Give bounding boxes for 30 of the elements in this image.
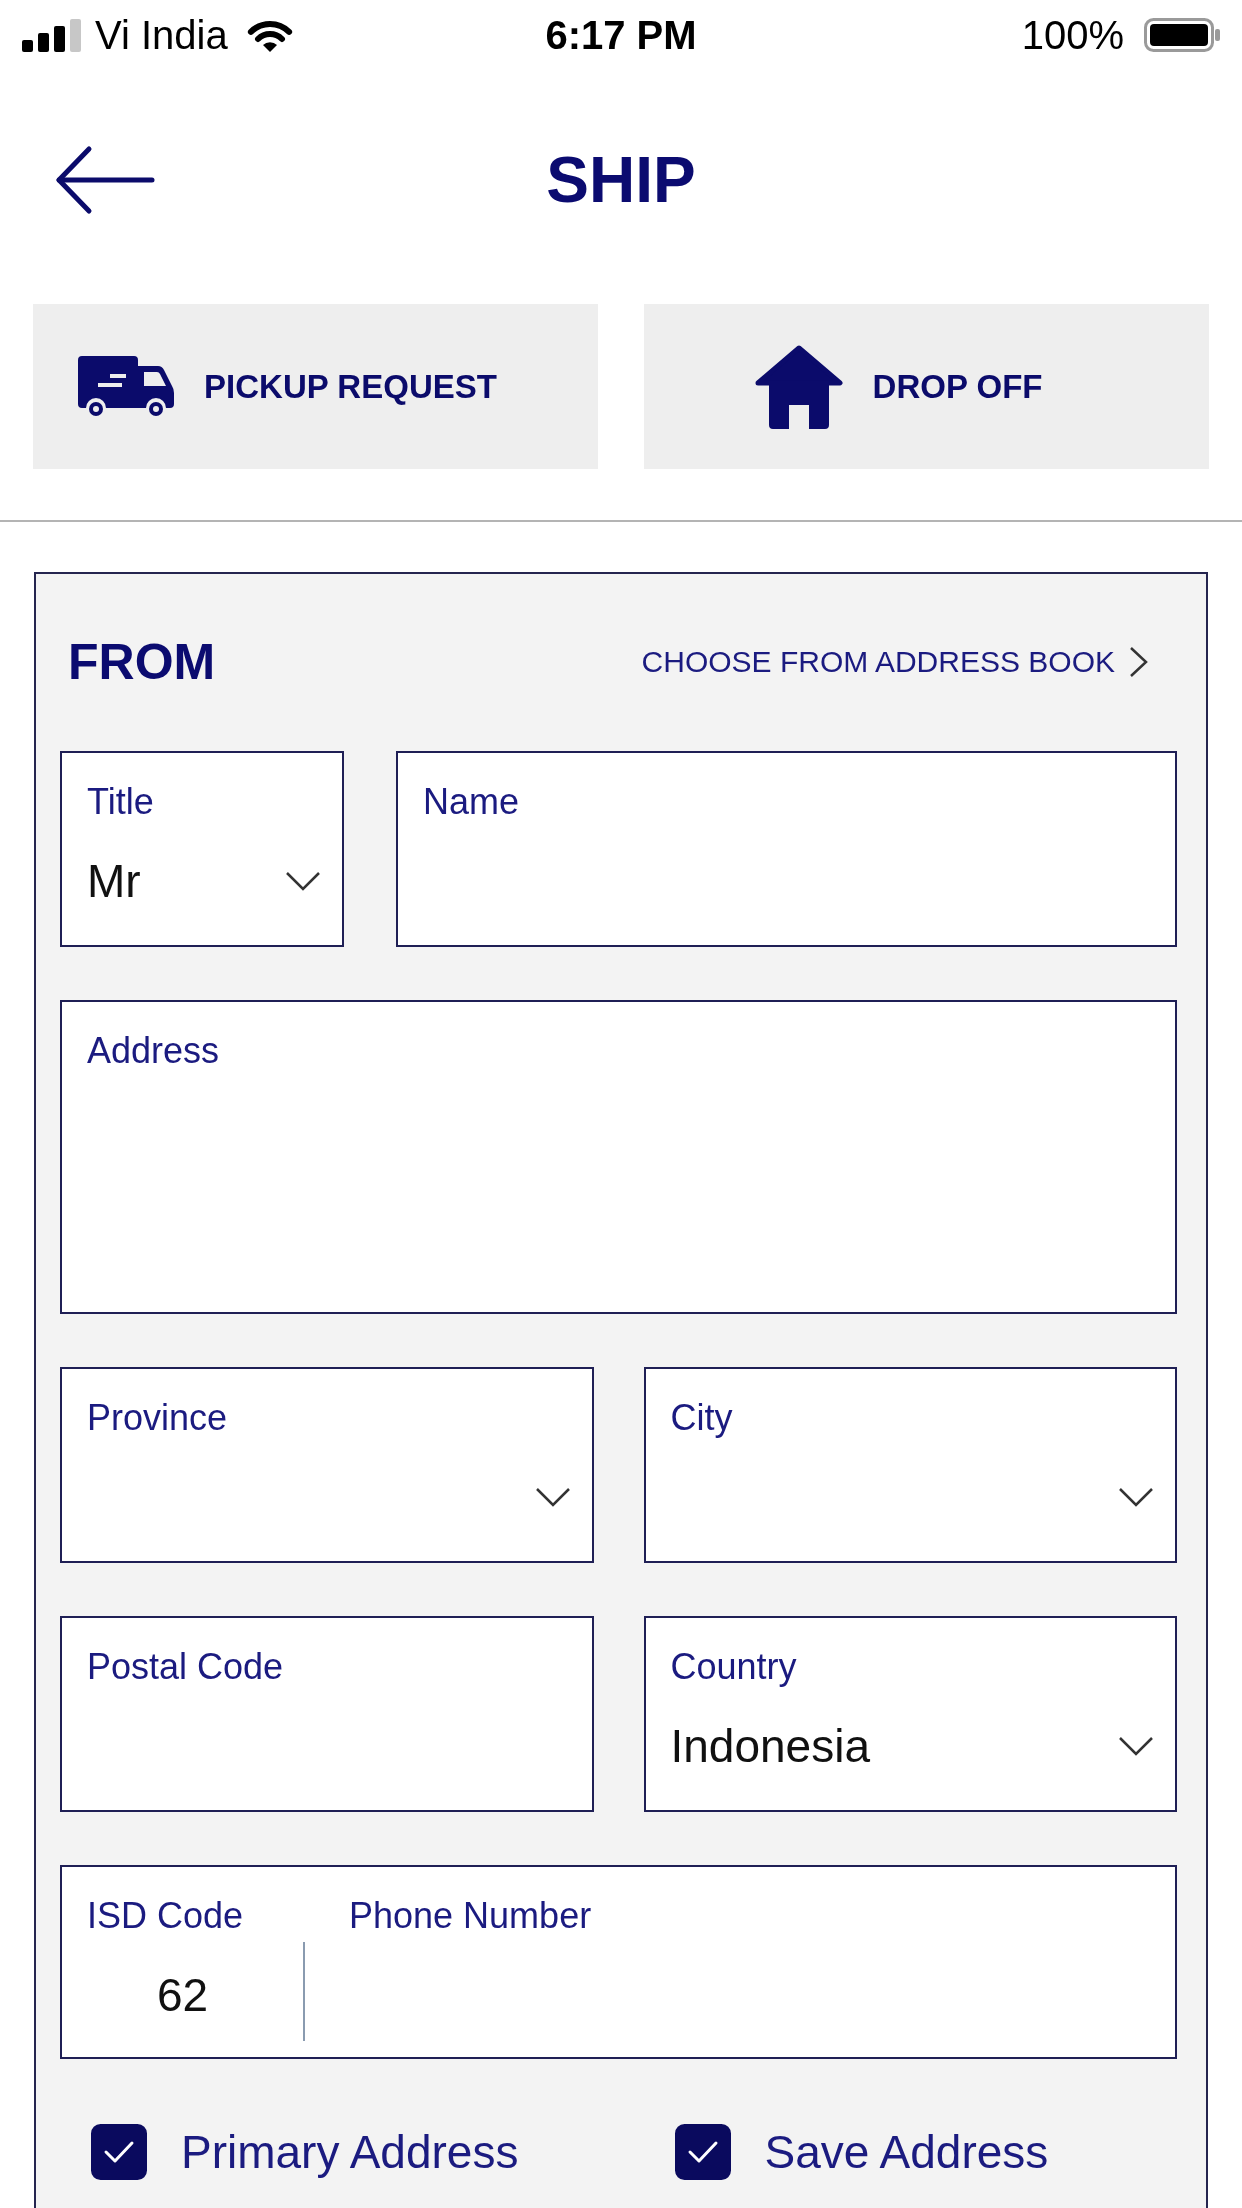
phone-number-field[interactable]: Phone Number <box>305 1867 1175 2057</box>
chevron-down-icon <box>285 871 321 891</box>
dropdown-field[interactable]: Country Indonesia <box>643 1616 1177 1812</box>
chevron-down-icon <box>1118 1487 1154 1507</box>
section-title: FROM <box>68 633 216 691</box>
truck-icon <box>78 355 175 418</box>
delivery-option-button[interactable]: PICKUP REQUEST <box>33 304 598 469</box>
house-icon <box>754 344 843 429</box>
checkbox-label[interactable]: Primary Address <box>181 2124 519 2180</box>
isd-code-field[interactable]: ISD Code 62 <box>62 1867 303 2057</box>
checkbox[interactable] <box>91 2124 147 2180</box>
checkbox[interactable] <box>674 2124 731 2180</box>
delivery-option-button[interactable]: DROP OFF <box>644 304 1209 469</box>
dropdown-field[interactable]: Province <box>60 1367 594 1563</box>
carrier-name: Vi India <box>95 12 228 58</box>
chevron-right-icon <box>1129 646 1149 678</box>
chevron-down-icon <box>534 1487 571 1507</box>
address-book-link[interactable]: CHOOSE FROM ADDRESS BOOK <box>641 645 1149 679</box>
battery-percentage: 100% <box>1021 12 1124 58</box>
dropdown-field[interactable]: City <box>643 1367 1177 1563</box>
chevron-down-icon <box>1118 1736 1154 1756</box>
text-input-field[interactable]: Postal Code <box>60 1616 594 1812</box>
signal-icon <box>22 18 81 52</box>
clock-time: 6:17 PM <box>545 12 697 58</box>
text-input-field[interactable]: Name <box>396 751 1177 947</box>
battery-icon <box>1144 18 1220 52</box>
dropdown-field[interactable]: Title Mr <box>60 751 344 947</box>
textarea-field[interactable]: Address <box>60 1000 1177 1314</box>
page-title: SHIP <box>546 143 696 217</box>
checkbox-label[interactable]: Save Address <box>764 2124 1049 2180</box>
